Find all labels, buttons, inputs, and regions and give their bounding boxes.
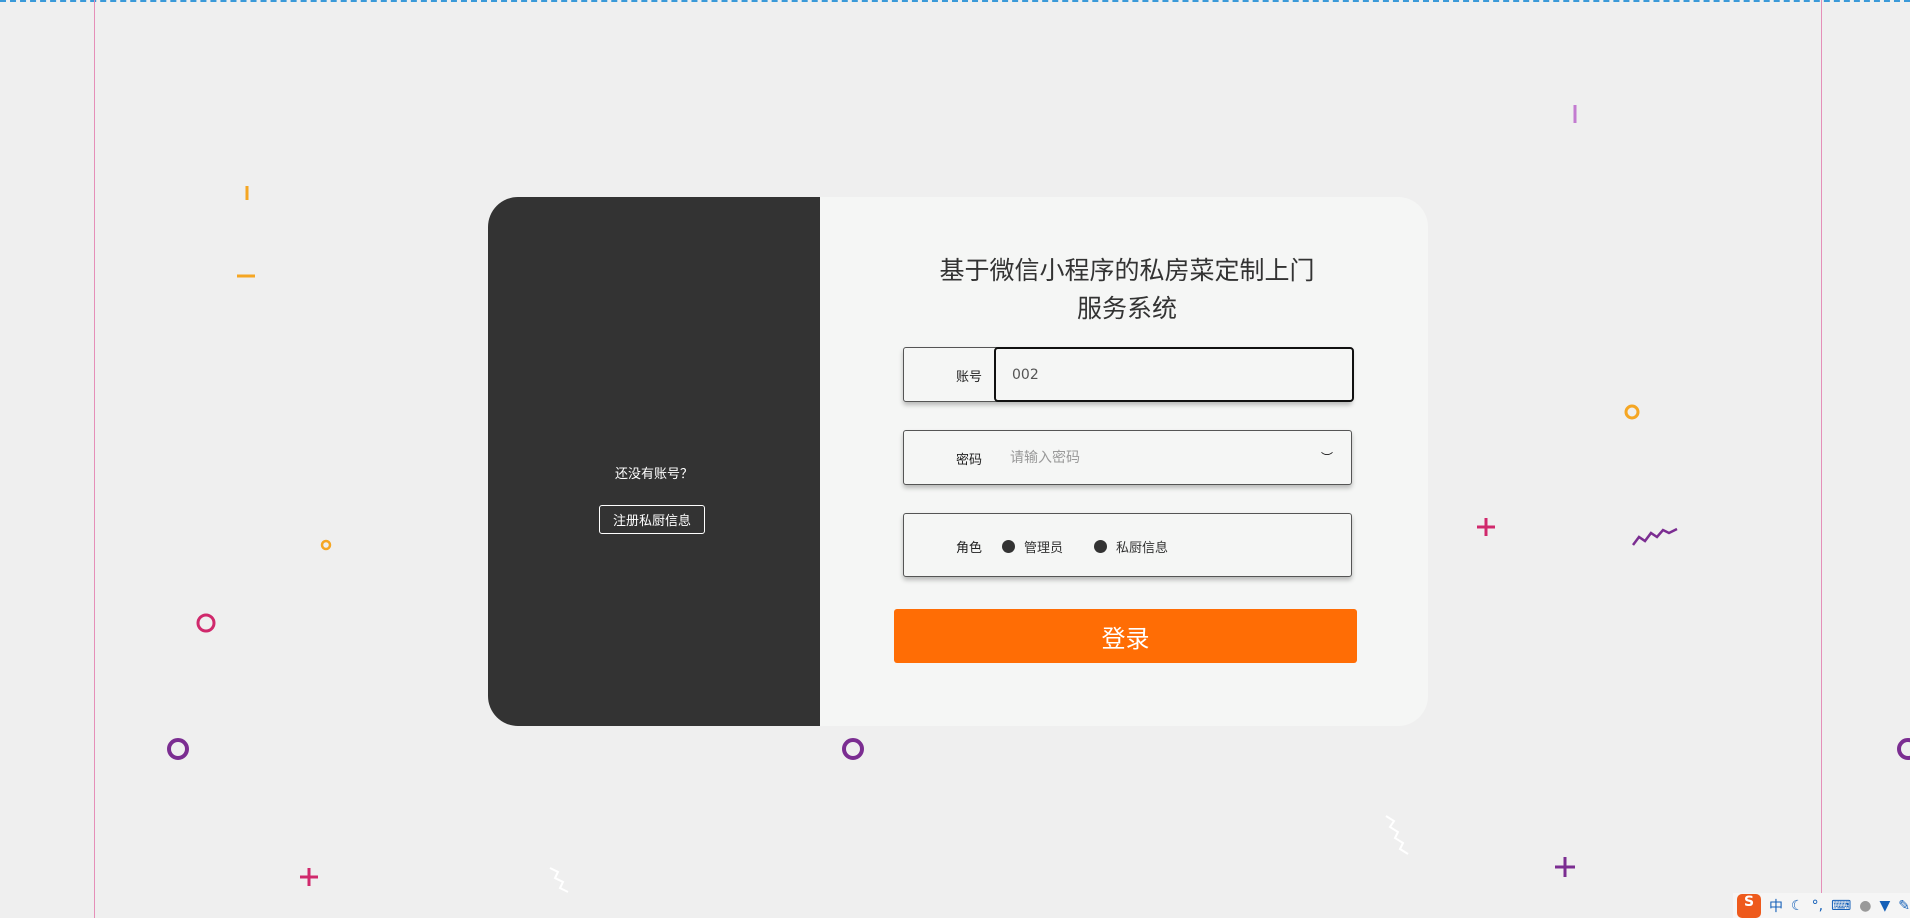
user-icon[interactable]: ● <box>1859 898 1871 914</box>
role-radio-chef[interactable]: 私厨信息 <box>1094 537 1168 556</box>
punctuation-icon[interactable]: °, <box>1812 898 1823 914</box>
account-row: 账号 <box>903 347 1354 402</box>
register-panel: 还没有账号？ 注册私厨信息 <box>488 197 820 726</box>
eye-closed-icon[interactable]: ︶ <box>1321 449 1333 466</box>
no-account-text: 还没有账号？ <box>614 467 693 482</box>
password-label: 密码 <box>956 453 983 468</box>
role-option-label: 私厨信息 <box>1116 541 1169 556</box>
password-input[interactable] <box>994 431 1304 484</box>
ime-mode[interactable]: 中 <box>1769 896 1783 916</box>
password-row: 密码 ︶ <box>903 430 1352 485</box>
role-radio-admin[interactable]: 管理员 <box>1002 537 1063 556</box>
shirt-icon[interactable]: ▼ <box>1879 898 1890 914</box>
role-label: 角色 <box>956 541 983 556</box>
role-option-label: 管理员 <box>1024 541 1064 556</box>
title-line-1: 基于微信小程序的私房菜定制上门 <box>939 256 1315 285</box>
title-line-2: 服务系统 <box>1076 294 1177 323</box>
role-row: 角色 管理员 私厨信息 <box>903 513 1352 577</box>
login-card: 还没有账号？ 注册私厨信息 基于微信小程序的私房菜定制上门 服务系统 账号 密码… <box>488 197 1428 726</box>
ime-toolbar: S 中 ☾ °, ⌨ ● ▼ ✎ <box>1733 893 1910 918</box>
sogou-logo-icon[interactable]: S <box>1737 893 1762 918</box>
keyboard-icon[interactable]: ⌨ <box>1831 898 1851 914</box>
page-title: 基于微信小程序的私房菜定制上门 服务系统 <box>908 252 1346 328</box>
account-input[interactable] <box>994 347 1354 402</box>
wrench-icon[interactable]: ✎ <box>1898 898 1910 914</box>
radio-icon[interactable] <box>1002 540 1015 553</box>
moon-icon[interactable]: ☾ <box>1791 898 1804 914</box>
radio-icon[interactable] <box>1094 540 1107 553</box>
login-button[interactable]: 登录 <box>894 609 1357 663</box>
register-button[interactable]: 注册私厨信息 <box>599 505 705 534</box>
account-label: 账号 <box>956 370 983 385</box>
